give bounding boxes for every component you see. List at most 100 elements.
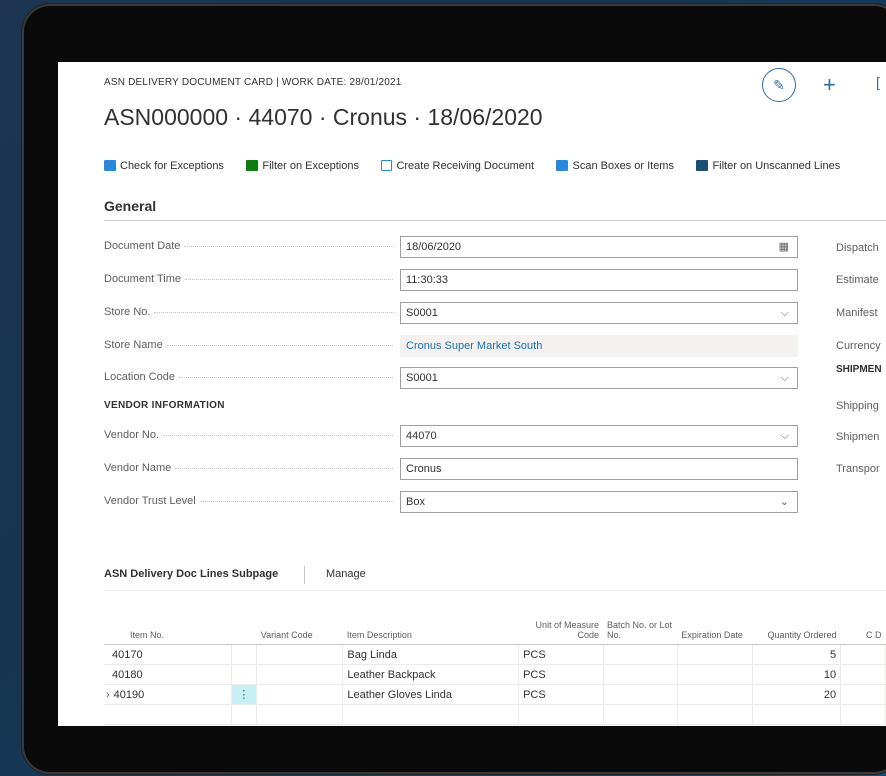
col-variant[interactable]: Variant Code [256, 606, 343, 645]
vendor-trust-label: Vendor Trust Level [104, 495, 394, 507]
vendor-no-field[interactable]: 44070 ⌵ [400, 425, 798, 447]
general-section-header[interactable]: General [104, 198, 886, 221]
col-next[interactable]: C D [840, 606, 886, 645]
quantity-cell[interactable]: 5 [752, 644, 842, 665]
row-menu-cell [231, 644, 258, 665]
store-name-field: Cronus Super Market South [400, 335, 798, 357]
document-icon [381, 160, 393, 171]
col-quantity[interactable]: Quantity Ordered [752, 606, 841, 645]
page-content: ASN DELIVERY DOCUMENT CARD | WORK DATE: … [58, 62, 886, 726]
vendor-no-row: Vendor No. 44070 ⌵ [104, 425, 804, 449]
next-cell[interactable] [840, 644, 886, 665]
current-row-marker: › [106, 688, 110, 701]
col-description[interactable]: Item Description [342, 606, 519, 645]
filter-unscanned-button[interactable]: Filter on Unscanned Lines [696, 160, 840, 172]
store-no-field[interactable]: S0001 ⌵ [400, 302, 798, 324]
location-code-field[interactable]: S0001 ⌵ [400, 367, 798, 389]
vendor-trust-select[interactable]: Box ⌄ [400, 491, 798, 513]
chevron-down-icon[interactable]: ⌵ [781, 368, 789, 388]
store-name-row: Store Name Cronus Super Market South [104, 335, 804, 359]
check-exceptions-button[interactable]: Check for Exceptions [104, 160, 224, 172]
col-expiration[interactable]: Expiration Date [677, 606, 753, 645]
location-code-row: Location Code S0001 ⌵ [104, 367, 804, 391]
filter-exceptions-button[interactable]: Filter on Exceptions [246, 160, 359, 172]
item-no-cell[interactable]: 40180 [104, 664, 232, 685]
table-row[interactable]: › 40190 ⋮ Leather Gloves Linda PCS 20 [104, 684, 886, 705]
check-icon [104, 160, 116, 171]
table-header-row: Item No. Variant Code Item Description U… [104, 606, 886, 645]
estimate-label: Estimate [836, 274, 879, 286]
manifest-label: Manifest [836, 307, 878, 319]
shipment-label: Shipmen [836, 431, 880, 443]
col-item-no[interactable]: Item No. [104, 606, 232, 645]
edit-button[interactable]: ✎ [762, 68, 796, 102]
variant-cell[interactable] [256, 684, 344, 705]
page-title: ASN000000 · 44070 · Cronus · 18/06/2020 [104, 104, 543, 130]
item-no-cell[interactable]: 40170 [104, 644, 232, 665]
next-cell[interactable] [840, 684, 886, 705]
next-cell[interactable] [840, 664, 886, 685]
manage-tab[interactable]: Manage [326, 568, 366, 580]
empty-row[interactable] [104, 704, 886, 725]
calendar-icon[interactable]: ▦ [779, 237, 789, 257]
vendor-name-field[interactable]: Cronus [400, 458, 798, 480]
col-batch[interactable]: Batch No. or Lot No. [603, 606, 678, 645]
table-row[interactable]: 40180 Leather Backpack PCS 10 [104, 664, 886, 685]
vendor-name-row: Vendor Name Cronus [104, 458, 804, 482]
batch-cell[interactable] [603, 664, 678, 685]
chevron-down-icon[interactable]: ⌵ [781, 303, 789, 323]
create-receiving-button[interactable]: Create Receiving Document [381, 160, 534, 172]
vendor-no-label: Vendor No. [104, 429, 394, 441]
chevron-down-icon[interactable]: ⌵ [781, 426, 789, 446]
new-button[interactable]: + [823, 72, 836, 98]
dispatch-label: Dispatch [836, 242, 879, 254]
more-button[interactable]: [ [876, 74, 880, 90]
store-no-row: Store No. S0001 ⌵ [104, 302, 804, 326]
shipment-group-label: SHIPMEN [836, 364, 882, 375]
batch-cell[interactable] [603, 684, 678, 705]
document-time-row: Document Time 11:30:33 [104, 269, 804, 293]
vendor-info-group: VENDOR INFORMATION [104, 400, 225, 411]
shipping-label: Shipping [836, 400, 879, 412]
vendor-trust-row: Vendor Trust Level Box ⌄ [104, 491, 804, 515]
scan-icon [556, 160, 569, 171]
dropdown-icon[interactable]: ⌄ [780, 492, 789, 512]
uom-cell[interactable]: PCS [518, 684, 604, 705]
expiration-cell[interactable] [677, 664, 753, 685]
document-date-field[interactable]: 18/06/2020 ▦ [400, 236, 798, 258]
quantity-cell[interactable]: 20 [752, 684, 842, 705]
currency-label: Currency [836, 340, 881, 352]
vendor-name-label: Vendor Name [104, 462, 394, 474]
transport-label: Transpor [836, 463, 880, 475]
variant-cell[interactable] [256, 664, 344, 685]
quantity-cell[interactable]: 10 [752, 664, 842, 685]
uom-cell[interactable]: PCS [518, 644, 604, 665]
col-row-menu [231, 606, 257, 645]
filter-icon [246, 160, 259, 171]
action-bar: Check for Exceptions Filter on Exception… [104, 158, 858, 176]
col-uom[interactable]: Unit of Measure Code [518, 606, 603, 645]
document-date-row: Document Date 18/06/2020 ▦ [104, 236, 804, 260]
subpage-tab[interactable]: ASN Delivery Doc Lines Subpage [104, 568, 278, 580]
row-menu-icon[interactable]: ⋮ [231, 684, 258, 705]
subpage-divider [304, 566, 305, 584]
document-time-field[interactable]: 11:30:33 [400, 269, 798, 291]
location-code-label: Location Code [104, 371, 394, 383]
scan-boxes-button[interactable]: Scan Boxes or Items [556, 160, 674, 172]
uom-cell[interactable]: PCS [518, 664, 604, 685]
variant-cell[interactable] [256, 644, 344, 665]
description-cell[interactable]: Bag Linda [342, 644, 520, 665]
expiration-cell[interactable] [677, 684, 753, 705]
store-name-label: Store Name [104, 339, 394, 351]
batch-cell[interactable] [603, 644, 678, 665]
expiration-cell[interactable] [677, 644, 753, 665]
description-cell[interactable]: Leather Backpack [342, 664, 520, 685]
filter-lines-icon [696, 160, 709, 171]
pencil-icon: ✎ [773, 77, 785, 93]
table-row[interactable]: 40170 Bag Linda PCS 5 [104, 644, 886, 665]
row-menu-cell [231, 664, 258, 685]
item-no-cell[interactable]: › 40190 [104, 684, 232, 705]
description-cell[interactable]: Leather Gloves Linda [342, 684, 520, 705]
store-no-label: Store No. [104, 306, 394, 318]
document-date-label: Document Date [104, 240, 394, 252]
